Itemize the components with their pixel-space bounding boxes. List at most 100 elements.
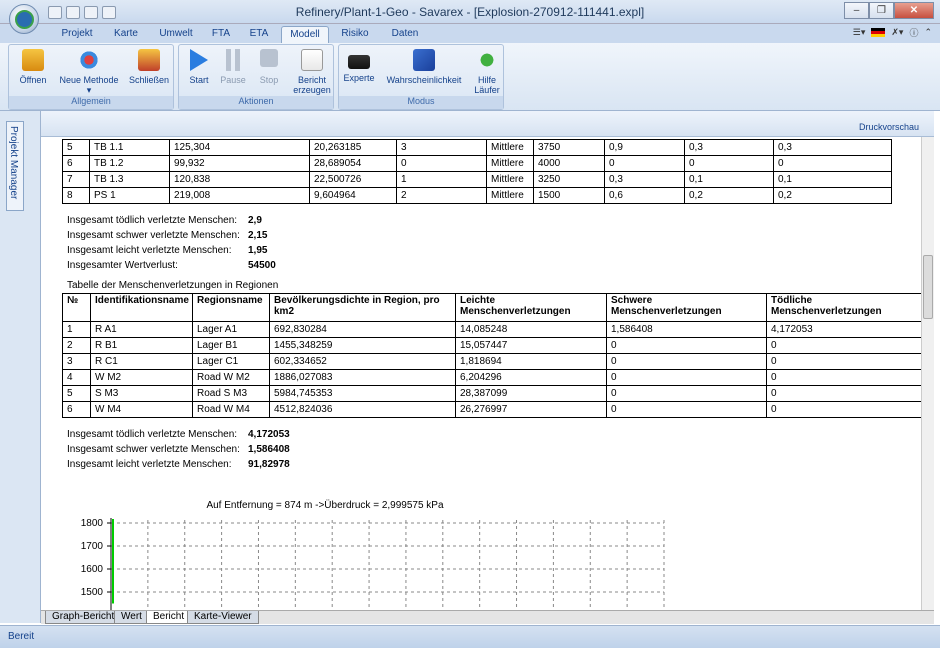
table-cell: 15,057447 (455, 337, 607, 354)
table-cell: 1886,027083 (269, 369, 456, 386)
group-allgemein: Öffnen Neue Methode ▾ Schließen Allgemein (8, 44, 174, 110)
status-text: Bereit (8, 631, 35, 642)
tab-bericht[interactable]: Bericht (146, 611, 192, 624)
scroll-thumb[interactable] (923, 255, 933, 319)
table-cell: 0 (606, 353, 767, 370)
table-row: 5 TB 1.1 125,304 20,263185 3 Mittlere 3750 0,9 0… (62, 139, 892, 156)
help-icon[interactable]: ⓘ (909, 26, 918, 39)
table-cell: 3750 (533, 139, 605, 156)
table-cell: 219,008 (169, 187, 310, 204)
report-document: 5 TB 1.1 125,304 20,263185 3 Mittlere 3750 0,9 0… (41, 137, 921, 610)
close-button[interactable]: ✕ (894, 2, 934, 19)
molecule-icon (78, 49, 100, 71)
summary-line: Insgesamt leicht verletzte Menschen: 1,95 (67, 245, 267, 256)
table-cell: 0,9 (604, 139, 685, 156)
table-cell: 1 (396, 171, 487, 188)
table-cell: 0 (606, 337, 767, 354)
play-icon (190, 49, 208, 71)
generate-report-button[interactable]: Bericht erzeugen (291, 49, 333, 95)
new-method-button[interactable]: Neue Methode ▾ (55, 49, 123, 95)
summary-label: Insgesamt leicht verletzte Menschen: (67, 245, 232, 256)
table-cell: R C1 (90, 353, 193, 370)
table-cell: 4 (62, 369, 91, 386)
summary-value: 4,172053 (248, 429, 290, 440)
summary-label: Insgesamt tödlich verletzte Menschen: (67, 215, 238, 226)
close-folder-icon (138, 49, 160, 71)
results-table: 5 TB 1.1 125,304 20,263185 3 Mittlere 3750 0,9 0… (62, 139, 892, 204)
summary-label: Insgesamter Wertverlust: (67, 260, 178, 271)
minimize-button[interactable]: – (844, 2, 869, 19)
table-cell: 28,387099 (455, 385, 607, 402)
table-cell: Lager A1 (192, 321, 270, 338)
table-cell: 0,1 (684, 171, 774, 188)
summary-value: 2,9 (248, 215, 262, 226)
table-cell: 1,818694 (455, 353, 607, 370)
table-cell: 4,172053 (766, 321, 921, 338)
table-row: 1R A1 Lager A1 692,830284 14,085248 1,586408… (62, 321, 921, 338)
column-header: № (62, 293, 91, 322)
tab-projekt[interactable]: Projekt (52, 26, 102, 43)
tab-karte-viewer[interactable]: Karte-Viewer (187, 611, 259, 624)
stop-button[interactable]: Stop (253, 49, 285, 85)
table-cell: 26,276997 (455, 401, 607, 418)
table-cell: 0,3 (604, 171, 685, 188)
print-preview-link[interactable]: Druckvorschau (859, 122, 919, 132)
ribbon-minimize-icon[interactable]: ⌃ (924, 27, 932, 38)
vertical-scrollbar[interactable] (921, 137, 934, 610)
close-file-button[interactable]: Schließen (127, 49, 171, 85)
table-cell: 0,2 (684, 187, 774, 204)
maximize-button[interactable]: ❐ (869, 2, 894, 19)
tab-daten[interactable]: Daten (382, 26, 428, 43)
chart-title: Auf Entfernung = 874 m ->Überdruck = 2,9… (206, 499, 444, 511)
table-cell: 28,689054 (309, 155, 397, 172)
table-row: 4W M2 Road W M2 1886,027083 6,204296 0 0 (62, 369, 921, 386)
table-cell: 0 (773, 155, 892, 172)
table-cell: 0 (766, 401, 921, 418)
table-cell: 1 (62, 321, 91, 338)
table-cell: W M4 (90, 401, 193, 418)
tools-icon[interactable]: ✗▾ (891, 27, 903, 38)
document-toolbar: Druckvorschau (41, 111, 934, 137)
tab-graph-bericht[interactable]: Graph-Bericht (45, 611, 122, 624)
y-tick-label: 1700 (81, 541, 104, 552)
pause-button[interactable]: Pause (217, 49, 249, 85)
app-menu-button[interactable] (9, 4, 39, 34)
probability-button[interactable]: Wahrscheinlichkeit (381, 49, 467, 85)
tab-umwelt[interactable]: Umwelt (150, 26, 202, 43)
group-label: Allgemein (9, 96, 173, 109)
summary-label: Insgesamt schwer verletzte Menschen: (67, 444, 240, 455)
tab-risiko[interactable]: Risiko (332, 26, 378, 43)
help-runner-button[interactable]: Hilfe Läufer (471, 49, 503, 95)
tab-eta[interactable]: ETA (240, 26, 278, 43)
tab-wert[interactable]: Wert (114, 611, 149, 624)
table-cell: 0,3 (773, 139, 892, 156)
stop-icon (260, 49, 278, 67)
expert-button[interactable]: Experte (341, 49, 377, 83)
project-manager-tab[interactable]: Projekt Manager (6, 121, 24, 211)
tab-karte[interactable]: Karte (104, 26, 148, 43)
table-cell: 125,304 (169, 139, 310, 156)
table-cell: PS 1 (89, 187, 170, 204)
open-button[interactable]: Öffnen (13, 49, 53, 85)
tab-modell[interactable]: Modell (281, 26, 329, 43)
graduation-cap-icon (348, 55, 370, 69)
column-header: Identifikationsname (90, 293, 193, 322)
column-header: Regionsname (192, 293, 270, 322)
table-cell: 6,204296 (455, 369, 607, 386)
window-title: Refinery/Plant-1-Geo - Savarex - [Explos… (295, 5, 645, 19)
table-cell: 5984,745353 (269, 385, 456, 402)
y-tick-label: 1800 (81, 518, 104, 529)
table-cell: 0,6 (604, 187, 685, 204)
table-cell: 8 (62, 187, 90, 204)
language-flag-icon[interactable] (871, 28, 886, 37)
start-button[interactable]: Start (183, 49, 215, 85)
layout-icon[interactable]: ☰▾ (853, 27, 866, 38)
table-cell: 0 (396, 155, 487, 172)
table-cell: 0 (766, 353, 921, 370)
tab-fta[interactable]: FTA (204, 26, 238, 43)
table-cell: Road W M4 (192, 401, 270, 418)
table-cell: 602,334652 (269, 353, 456, 370)
dice-icon (413, 49, 435, 71)
table-cell: 14,085248 (455, 321, 607, 338)
table-cell: 7 (62, 171, 90, 188)
